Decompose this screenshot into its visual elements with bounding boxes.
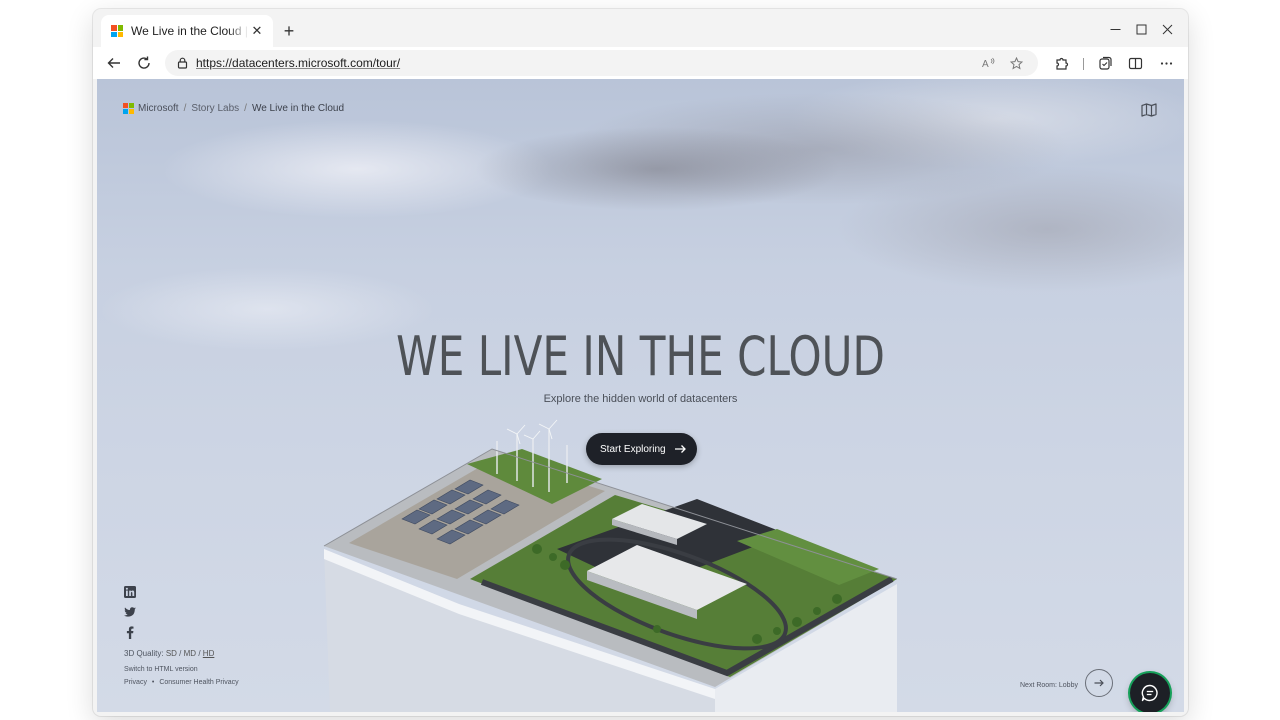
breadcrumb-story-labs[interactable]: Story Labs [191,103,239,114]
hero-subtitle: Explore the hidden world of datacenters [543,393,738,405]
twitter-icon [124,607,136,617]
chat-button[interactable] [1130,673,1170,712]
breadcrumb-separator: / [244,103,247,114]
twitter-button[interactable] [123,605,137,619]
map-button[interactable] [1139,101,1159,119]
arrow-right-icon [1094,679,1104,687]
next-room-label[interactable]: Next Room: Lobby [1020,682,1078,689]
favorite-star-icon [1009,56,1023,70]
collections-button[interactable] [1092,51,1118,75]
svg-text:A: A [982,59,989,69]
quality-sd[interactable]: SD [166,649,177,658]
breadcrumb-separator: / [183,103,187,114]
read-aloud-icon: A [982,57,995,69]
split-screen-icon [1128,57,1142,69]
tab-title: We Live in the Cloud | Microsoft [131,24,249,38]
quality-md[interactable]: MD [184,649,196,658]
back-button[interactable] [101,51,127,75]
tab-close-icon[interactable]: ✕ [249,23,265,39]
toolbar-separator [1083,58,1084,70]
minimize-button[interactable] [1101,17,1129,41]
chat-icon [1141,684,1158,702]
next-room-button[interactable] [1085,669,1113,697]
breadcrumb-microsoft[interactable]: Microsoft [138,103,179,114]
browser-tab-active[interactable]: We Live in the Cloud | Microsoft ✕ [101,15,273,47]
consumer-health-privacy-link[interactable]: Consumer Health Privacy [159,679,238,686]
microsoft-logo-icon[interactable] [123,103,134,114]
switch-to-html-link[interactable]: Switch to HTML version [124,666,198,673]
quality-label: 3D Quality: [124,649,164,658]
breadcrumb: Microsoft / Story Labs / We Live in the … [123,103,344,114]
arrow-right-icon [675,445,686,453]
maximize-button[interactable] [1127,17,1155,41]
extensions-button[interactable] [1048,51,1074,75]
breadcrumb-current: We Live in the Cloud [251,103,345,114]
new-tab-button[interactable]: + [277,19,301,43]
read-aloud-button[interactable]: A [978,54,1000,72]
address-url[interactable]: https://datacenters.microsoft.com/tour/ [196,56,400,70]
refresh-icon [138,56,150,69]
extensions-icon [1055,57,1068,70]
back-arrow-icon [107,58,120,68]
split-screen-button[interactable] [1122,51,1148,75]
facebook-icon [126,625,134,639]
address-bar[interactable]: https://datacenters.microsoft.com/tour/ … [165,50,1038,76]
privacy-link[interactable]: Privacy [124,679,147,686]
privacy-bullet: • [151,679,155,686]
window-close-icon [1162,24,1172,34]
minimize-icon [1110,28,1120,30]
browser-toolbar: https://datacenters.microsoft.com/tour/ … [93,47,1188,79]
tab-strip: We Live in the Cloud | Microsoft ✕ + [93,9,1188,47]
privacy-links: Privacy • Consumer Health Privacy [124,679,239,686]
start-exploring-button[interactable]: Start Exploring [586,433,697,465]
linkedin-icon [124,586,136,598]
quality-separator: / [198,649,201,658]
quality-selector: 3D Quality: SD / MD / HD [124,649,214,658]
more-icon [1160,61,1172,65]
map-icon [1141,103,1157,117]
maximize-icon [1136,24,1146,34]
lock-icon[interactable] [177,57,188,69]
window-close-button[interactable] [1153,17,1181,41]
hero-title: WE LIVE IN THE CLOUD [396,325,885,388]
start-exploring-label: Start Exploring [600,443,666,455]
favorite-button[interactable] [1005,54,1027,72]
facebook-button[interactable] [123,625,137,639]
linkedin-button[interactable] [123,585,137,599]
quality-separator: / [179,649,182,658]
page-viewport: Microsoft / Story Labs / We Live in the … [97,79,1184,712]
collections-icon [1098,56,1112,70]
microsoft-logo-icon [111,25,123,37]
browser-window: We Live in the Cloud | Microsoft ✕ + htt… [93,9,1188,716]
quality-hd[interactable]: HD [203,649,215,658]
more-button[interactable] [1153,51,1179,75]
refresh-button[interactable] [131,51,157,75]
